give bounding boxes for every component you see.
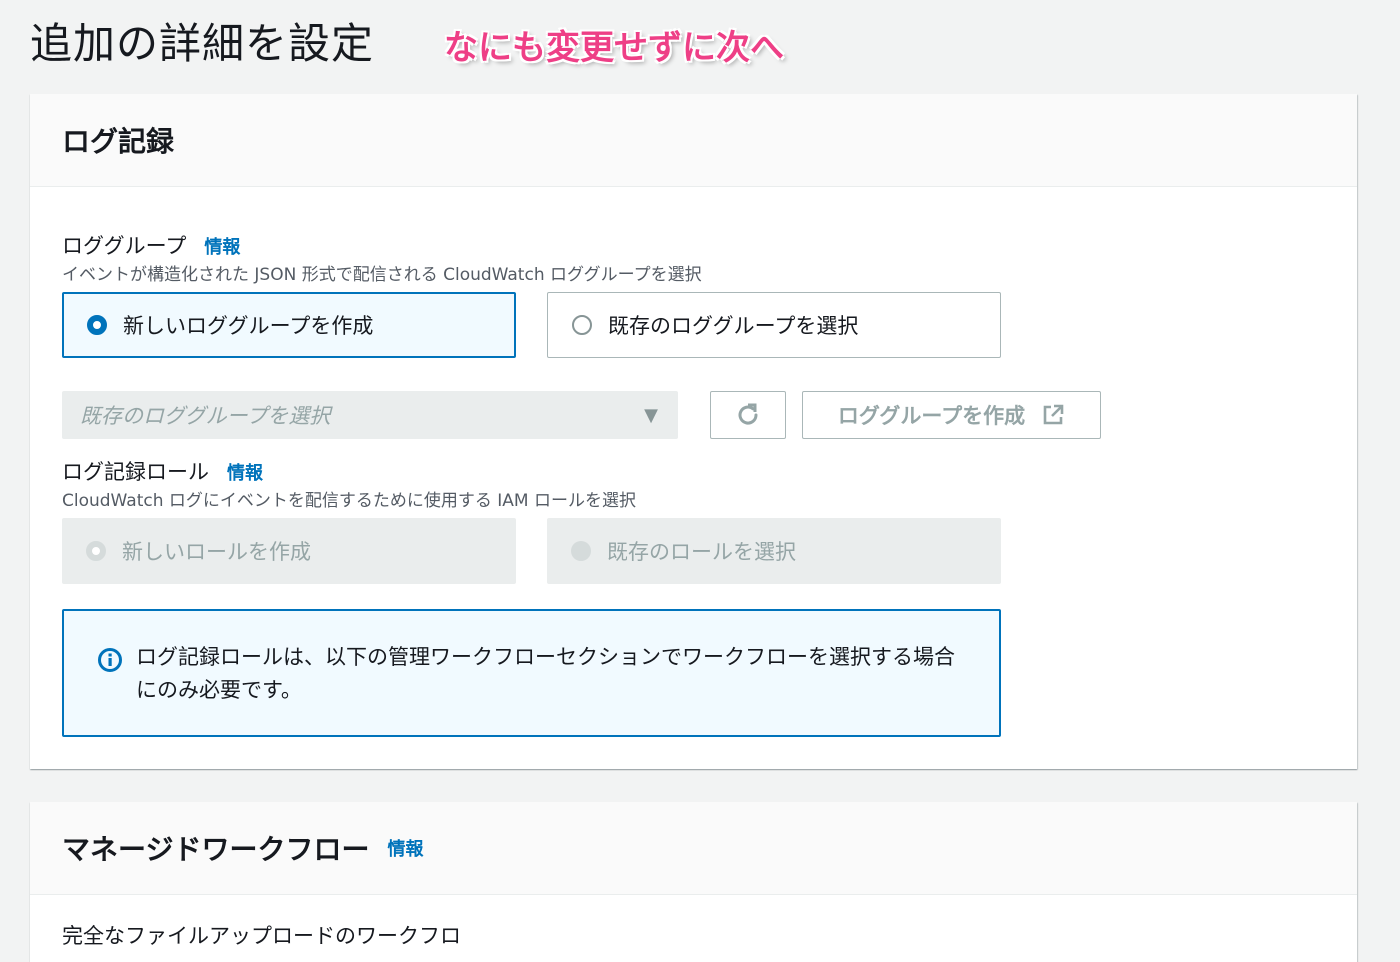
page-title: 追加の詳細を設定 [30, 19, 375, 68]
new-role-radio-tile: 新しいロールを作成 [62, 518, 516, 584]
select-placeholder: 既存のロググループを選択 [80, 404, 331, 428]
existing-log-group-radio-tile[interactable]: 既存のロググループを選択 [547, 292, 1001, 358]
refresh-button[interactable] [710, 391, 786, 439]
existing-role-label: 既存のロールを選択 [607, 540, 796, 564]
caret-down-icon: ▼ [644, 404, 658, 426]
radio-unselected-icon[interactable] [572, 315, 592, 335]
radio-disabled-icon [571, 541, 591, 561]
log-group-label: ロググループ [62, 234, 187, 258]
info-icon [98, 648, 122, 672]
logging-card-header: ログ記録 [30, 94, 1357, 187]
annotation-text: なにも変更せずに次へ [444, 28, 784, 68]
radio-selected-icon[interactable] [87, 315, 107, 335]
radio-disabled-selected-icon [86, 541, 106, 561]
workflow-card-header: マネージドワークフロー 情報 [30, 802, 1357, 895]
create-log-group-label: ロググループを作成 [837, 404, 1026, 428]
logging-card: ログ記録 ロググループ 情報 イベントが構造化された JSON 形式で配信される… [30, 94, 1357, 769]
existing-log-group-label: 既存のロググループを選択 [608, 314, 859, 338]
workflow-card-title: マネージドワークフロー [62, 833, 370, 866]
role-label-row: ログ記録ロール 情報 [62, 456, 263, 486]
log-group-description: イベントが構造化された JSON 形式で配信される CloudWatch ロググ… [62, 265, 702, 285]
refresh-icon [738, 403, 758, 425]
logging-card-title: ログ記録 [62, 125, 175, 158]
new-log-group-label: 新しいロググループを作成 [123, 314, 374, 338]
existing-role-radio-tile: 既存のロールを選択 [547, 518, 1001, 584]
external-link-icon [1043, 404, 1064, 425]
role-label: ログ記録ロール [62, 460, 209, 484]
new-log-group-radio-tile[interactable]: 新しいロググループを作成 [62, 292, 516, 358]
role-description: CloudWatch ログにイベントを配信するために使用する IAM ロールを選… [62, 491, 637, 511]
role-info-link[interactable]: 情報 [227, 459, 263, 485]
log-group-info-link[interactable]: 情報 [204, 233, 240, 259]
create-log-group-button[interactable]: ロググループを作成 [802, 391, 1101, 439]
workflow-card: マネージドワークフロー 情報 完全なファイルアップロードのワークフロ [30, 802, 1357, 962]
workflow-info-link[interactable]: 情報 [387, 835, 423, 861]
existing-log-group-select: 既存のロググループを選択 ▼ [62, 391, 678, 439]
log-group-label-row: ロググループ 情報 [62, 230, 240, 260]
new-role-label: 新しいロールを作成 [122, 540, 311, 564]
info-alert: ログ記録ロールは、以下の管理ワークフローセクションでワークフローを選択する場合に… [62, 609, 1001, 737]
workflow-body-text: 完全なファイルアップロードのワークフロ [62, 924, 461, 948]
alert-text: ログ記録ロールは、以下の管理ワークフローセクションでワークフローを選択する場合に… [136, 645, 955, 702]
